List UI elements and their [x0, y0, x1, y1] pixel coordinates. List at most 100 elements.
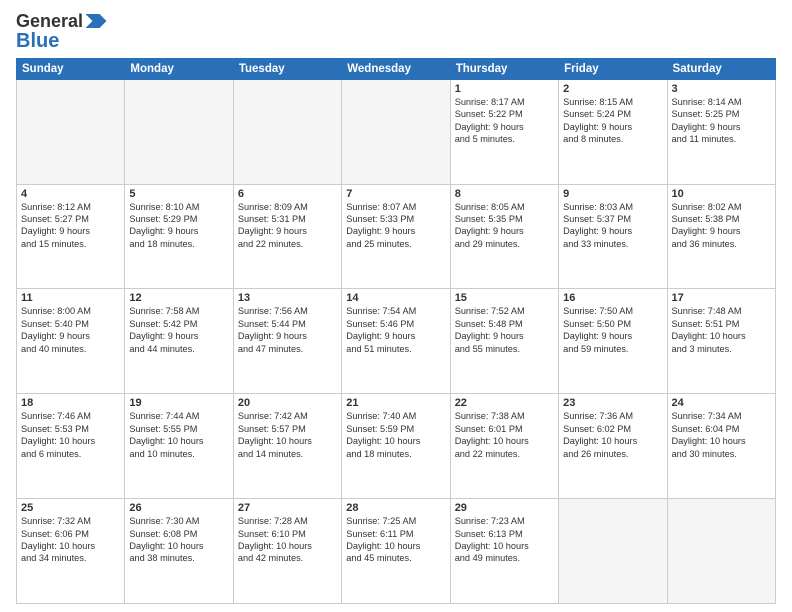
day-number: 22 — [455, 397, 554, 409]
calendar-cell — [559, 499, 667, 604]
calendar-cell: 1Sunrise: 8:17 AM Sunset: 5:22 PM Daylig… — [450, 79, 558, 184]
week-row-3: 18Sunrise: 7:46 AM Sunset: 5:53 PM Dayli… — [17, 394, 776, 499]
col-header-thursday: Thursday — [450, 58, 558, 79]
cell-info: Sunrise: 7:38 AM Sunset: 6:01 PM Dayligh… — [455, 410, 554, 460]
col-header-tuesday: Tuesday — [233, 58, 341, 79]
calendar-header-row: SundayMondayTuesdayWednesdayThursdayFrid… — [17, 58, 776, 79]
page: General Blue SundayMondayTuesdayWednesda… — [0, 0, 792, 612]
week-row-0: 1Sunrise: 8:17 AM Sunset: 5:22 PM Daylig… — [17, 79, 776, 184]
day-number: 1 — [455, 83, 554, 95]
calendar-cell — [233, 79, 341, 184]
day-number: 8 — [455, 188, 554, 200]
cell-info: Sunrise: 7:32 AM Sunset: 6:06 PM Dayligh… — [21, 515, 120, 565]
calendar-cell: 17Sunrise: 7:48 AM Sunset: 5:51 PM Dayli… — [667, 289, 775, 394]
col-header-friday: Friday — [559, 58, 667, 79]
day-number: 24 — [672, 397, 771, 409]
calendar-cell: 21Sunrise: 7:40 AM Sunset: 5:59 PM Dayli… — [342, 394, 450, 499]
day-number: 18 — [21, 397, 120, 409]
calendar-cell — [125, 79, 233, 184]
cell-info: Sunrise: 7:46 AM Sunset: 5:53 PM Dayligh… — [21, 410, 120, 460]
cell-info: Sunrise: 8:00 AM Sunset: 5:40 PM Dayligh… — [21, 305, 120, 355]
col-header-saturday: Saturday — [667, 58, 775, 79]
calendar-cell: 7Sunrise: 8:07 AM Sunset: 5:33 PM Daylig… — [342, 184, 450, 289]
cell-info: Sunrise: 8:09 AM Sunset: 5:31 PM Dayligh… — [238, 201, 337, 251]
day-number: 5 — [129, 188, 228, 200]
day-number: 9 — [563, 188, 662, 200]
cell-info: Sunrise: 7:50 AM Sunset: 5:50 PM Dayligh… — [563, 305, 662, 355]
calendar-cell: 2Sunrise: 8:15 AM Sunset: 5:24 PM Daylig… — [559, 79, 667, 184]
calendar-cell — [17, 79, 125, 184]
cell-info: Sunrise: 8:12 AM Sunset: 5:27 PM Dayligh… — [21, 201, 120, 251]
cell-info: Sunrise: 7:48 AM Sunset: 5:51 PM Dayligh… — [672, 305, 771, 355]
calendar-cell: 10Sunrise: 8:02 AM Sunset: 5:38 PM Dayli… — [667, 184, 775, 289]
cell-info: Sunrise: 7:44 AM Sunset: 5:55 PM Dayligh… — [129, 410, 228, 460]
logo: General Blue — [16, 12, 107, 52]
calendar-cell: 6Sunrise: 8:09 AM Sunset: 5:31 PM Daylig… — [233, 184, 341, 289]
cell-info: Sunrise: 7:30 AM Sunset: 6:08 PM Dayligh… — [129, 515, 228, 565]
cell-info: Sunrise: 7:56 AM Sunset: 5:44 PM Dayligh… — [238, 305, 337, 355]
calendar-cell — [342, 79, 450, 184]
cell-info: Sunrise: 7:25 AM Sunset: 6:11 PM Dayligh… — [346, 515, 445, 565]
calendar-cell: 28Sunrise: 7:25 AM Sunset: 6:11 PM Dayli… — [342, 499, 450, 604]
cell-info: Sunrise: 7:23 AM Sunset: 6:13 PM Dayligh… — [455, 515, 554, 565]
calendar-cell: 24Sunrise: 7:34 AM Sunset: 6:04 PM Dayli… — [667, 394, 775, 499]
day-number: 16 — [563, 292, 662, 304]
day-number: 10 — [672, 188, 771, 200]
week-row-4: 25Sunrise: 7:32 AM Sunset: 6:06 PM Dayli… — [17, 499, 776, 604]
calendar-cell: 19Sunrise: 7:44 AM Sunset: 5:55 PM Dayli… — [125, 394, 233, 499]
calendar-cell: 23Sunrise: 7:36 AM Sunset: 6:02 PM Dayli… — [559, 394, 667, 499]
calendar-cell: 3Sunrise: 8:14 AM Sunset: 5:25 PM Daylig… — [667, 79, 775, 184]
week-row-2: 11Sunrise: 8:00 AM Sunset: 5:40 PM Dayli… — [17, 289, 776, 394]
calendar-cell: 25Sunrise: 7:32 AM Sunset: 6:06 PM Dayli… — [17, 499, 125, 604]
day-number: 17 — [672, 292, 771, 304]
calendar-cell: 9Sunrise: 8:03 AM Sunset: 5:37 PM Daylig… — [559, 184, 667, 289]
cell-info: Sunrise: 8:07 AM Sunset: 5:33 PM Dayligh… — [346, 201, 445, 251]
calendar-cell: 16Sunrise: 7:50 AM Sunset: 5:50 PM Dayli… — [559, 289, 667, 394]
day-number: 14 — [346, 292, 445, 304]
cell-info: Sunrise: 8:17 AM Sunset: 5:22 PM Dayligh… — [455, 96, 554, 146]
logo-blue: Blue — [16, 30, 59, 52]
day-number: 26 — [129, 502, 228, 514]
week-row-1: 4Sunrise: 8:12 AM Sunset: 5:27 PM Daylig… — [17, 184, 776, 289]
cell-info: Sunrise: 8:03 AM Sunset: 5:37 PM Dayligh… — [563, 201, 662, 251]
col-header-sunday: Sunday — [17, 58, 125, 79]
calendar-cell: 22Sunrise: 7:38 AM Sunset: 6:01 PM Dayli… — [450, 394, 558, 499]
cell-info: Sunrise: 7:34 AM Sunset: 6:04 PM Dayligh… — [672, 410, 771, 460]
cell-info: Sunrise: 7:36 AM Sunset: 6:02 PM Dayligh… — [563, 410, 662, 460]
header: General Blue — [16, 12, 776, 52]
day-number: 27 — [238, 502, 337, 514]
calendar-cell: 11Sunrise: 8:00 AM Sunset: 5:40 PM Dayli… — [17, 289, 125, 394]
calendar-cell: 12Sunrise: 7:58 AM Sunset: 5:42 PM Dayli… — [125, 289, 233, 394]
day-number: 4 — [21, 188, 120, 200]
day-number: 23 — [563, 397, 662, 409]
day-number: 28 — [346, 502, 445, 514]
cell-info: Sunrise: 7:52 AM Sunset: 5:48 PM Dayligh… — [455, 305, 554, 355]
day-number: 2 — [563, 83, 662, 95]
cell-info: Sunrise: 8:02 AM Sunset: 5:38 PM Dayligh… — [672, 201, 771, 251]
cell-info: Sunrise: 7:28 AM Sunset: 6:10 PM Dayligh… — [238, 515, 337, 565]
day-number: 13 — [238, 292, 337, 304]
calendar-cell: 20Sunrise: 7:42 AM Sunset: 5:57 PM Dayli… — [233, 394, 341, 499]
calendar-cell — [667, 499, 775, 604]
cell-info: Sunrise: 7:54 AM Sunset: 5:46 PM Dayligh… — [346, 305, 445, 355]
cell-info: Sunrise: 7:40 AM Sunset: 5:59 PM Dayligh… — [346, 410, 445, 460]
calendar-cell: 27Sunrise: 7:28 AM Sunset: 6:10 PM Dayli… — [233, 499, 341, 604]
logo-icon — [85, 14, 107, 28]
calendar-cell: 15Sunrise: 7:52 AM Sunset: 5:48 PM Dayli… — [450, 289, 558, 394]
day-number: 3 — [672, 83, 771, 95]
col-header-wednesday: Wednesday — [342, 58, 450, 79]
calendar-cell: 4Sunrise: 8:12 AM Sunset: 5:27 PM Daylig… — [17, 184, 125, 289]
day-number: 11 — [21, 292, 120, 304]
day-number: 29 — [455, 502, 554, 514]
day-number: 25 — [21, 502, 120, 514]
day-number: 19 — [129, 397, 228, 409]
col-header-monday: Monday — [125, 58, 233, 79]
calendar-cell: 14Sunrise: 7:54 AM Sunset: 5:46 PM Dayli… — [342, 289, 450, 394]
cell-info: Sunrise: 7:58 AM Sunset: 5:42 PM Dayligh… — [129, 305, 228, 355]
cell-info: Sunrise: 8:14 AM Sunset: 5:25 PM Dayligh… — [672, 96, 771, 146]
day-number: 15 — [455, 292, 554, 304]
calendar-cell: 13Sunrise: 7:56 AM Sunset: 5:44 PM Dayli… — [233, 289, 341, 394]
day-number: 7 — [346, 188, 445, 200]
day-number: 21 — [346, 397, 445, 409]
day-number: 20 — [238, 397, 337, 409]
